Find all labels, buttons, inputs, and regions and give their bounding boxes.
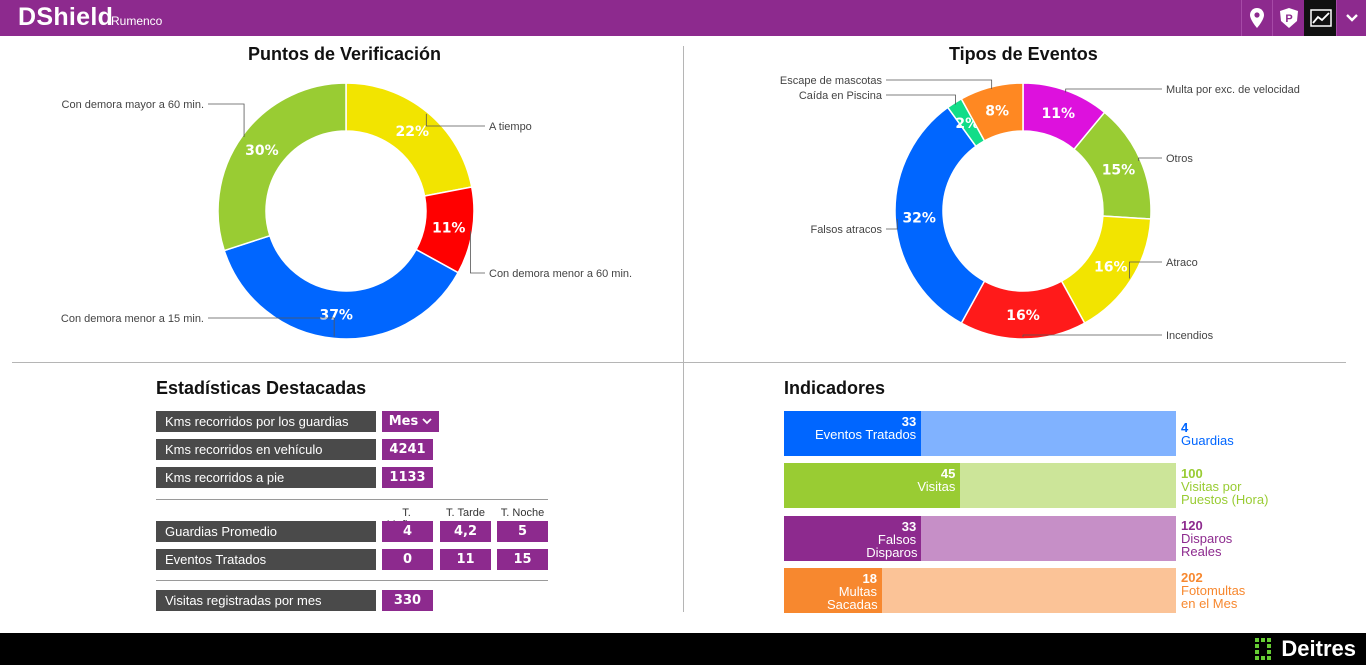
indicator-total-visitas: 100 Visitas por Puestos (Hora) bbox=[1181, 467, 1281, 506]
indicator-fill: 33 Falsos Disparos bbox=[784, 516, 922, 561]
slice-percent-label: 32% bbox=[902, 211, 936, 227]
slice-percent-label: 16% bbox=[1094, 260, 1128, 276]
indicator-total-text: Visitas por Puestos (Hora) bbox=[1181, 479, 1269, 507]
shift-header-night: T. Noche bbox=[500, 507, 545, 519]
indicator-fill: 33 Eventos Tratados bbox=[784, 411, 922, 456]
slice-percent-label: 11% bbox=[432, 220, 466, 236]
indicator-text: Eventos Tratados bbox=[815, 427, 917, 442]
slice-category-label: Con demora mayor a 60 min. bbox=[62, 99, 204, 111]
footer-logo-text: Deitres bbox=[1281, 636, 1356, 661]
period-select[interactable]: Mes bbox=[382, 411, 439, 432]
indicator-total-eventos: 4 Guardias bbox=[1181, 421, 1234, 447]
indicator-total-disparos: 120 Disparos Reales bbox=[1181, 519, 1241, 558]
slice-category-label: Escape de mascotas bbox=[780, 75, 883, 87]
shift-header-afternoon: T. Tarde bbox=[446, 507, 485, 519]
indicator-fill: 18 Multas Sacadas bbox=[784, 568, 882, 613]
eventos-tratados-morning: 0 bbox=[382, 549, 433, 570]
leader-line bbox=[208, 103, 245, 137]
indicator-bar-eventos: 33 Eventos Tratados bbox=[784, 411, 1176, 456]
visitas-value: 330 bbox=[382, 590, 433, 611]
kms-pie-value: 1133 bbox=[382, 467, 433, 488]
slice-category-label: A tiempo bbox=[489, 121, 532, 133]
guardias-promedio-night: 5 bbox=[497, 521, 548, 542]
slice-percent-label: 22% bbox=[396, 124, 430, 140]
visitas-label: Visitas registradas por mes bbox=[156, 590, 376, 611]
stats-separator bbox=[156, 580, 548, 581]
slice-category-label: Con demora menor a 15 min. bbox=[61, 313, 204, 325]
leader-line bbox=[470, 230, 485, 274]
indicator-text: Falsos Disparos bbox=[866, 532, 918, 560]
chevron-down-icon bbox=[422, 418, 432, 425]
indicator-total-text: Guardias bbox=[1181, 433, 1234, 448]
slice-category-label: Incendios bbox=[1166, 330, 1214, 342]
indicator-text: Visitas bbox=[917, 479, 956, 494]
slice-percent-label: 15% bbox=[1102, 163, 1136, 179]
slice-percent-label: 16% bbox=[1006, 308, 1040, 324]
deitres-logo-icon bbox=[1255, 638, 1272, 660]
slice-category-label: Con demora menor a 60 min. bbox=[489, 268, 632, 280]
slice-category-label: Falsos atracos bbox=[810, 224, 882, 236]
slice-percent-label: 8% bbox=[985, 103, 1009, 119]
slice-percent-label: 11% bbox=[1041, 106, 1075, 122]
indicators-title: Indicadores bbox=[784, 378, 886, 398]
slice-category-label: Otros bbox=[1166, 153, 1193, 165]
indicator-bar-disparos: 33 Falsos Disparos bbox=[784, 516, 1176, 561]
kms-vehiculo-value: 4241 bbox=[382, 439, 433, 460]
slice-category-label: Atraco bbox=[1166, 257, 1198, 269]
period-select-value: Mes bbox=[388, 414, 419, 429]
indicator-bar-visitas: 45 Visitas bbox=[784, 463, 1176, 508]
guardias-promedio-afternoon: 4,2 bbox=[440, 521, 491, 542]
indicator-text: Multas Sacadas bbox=[827, 584, 878, 612]
guardias-promedio-label: Guardias Promedio bbox=[156, 521, 376, 542]
indicator-total-text: Fotomultas en el Mes bbox=[1181, 583, 1246, 611]
indicator-fill: 45 Visitas bbox=[784, 463, 961, 508]
footer-logo: Deitres bbox=[1255, 636, 1356, 662]
guardias-promedio-morning: 4 bbox=[382, 521, 433, 542]
leader-line bbox=[1138, 157, 1162, 161]
kms-pie-label: Kms recorridos a pie bbox=[156, 467, 376, 488]
eventos-tratados-afternoon: 11 bbox=[440, 549, 491, 570]
leader-line bbox=[886, 79, 993, 89]
slice-category-label: Multa por exc. de velocidad bbox=[1166, 84, 1300, 96]
slice-category-label: Caída en Piscina bbox=[799, 90, 883, 102]
slice-percent-label: 37% bbox=[319, 308, 353, 324]
bottom-bar: Deitres bbox=[0, 633, 1366, 665]
leader-line bbox=[886, 94, 956, 105]
indicator-total-text: Disparos Reales bbox=[1181, 531, 1233, 559]
slice-percent-label: 30% bbox=[245, 143, 279, 159]
indicator-bar-multas: 18 Multas Sacadas bbox=[784, 568, 1176, 613]
kms-vehiculo-label: Kms recorridos en vehículo bbox=[156, 439, 376, 460]
leader-line bbox=[1065, 88, 1162, 93]
stats-title: Estadísticas Destacadas bbox=[156, 378, 367, 398]
eventos-tratados-label: Eventos Tratados bbox=[156, 549, 376, 570]
kms-guardias-label: Kms recorridos por los guardias bbox=[156, 411, 376, 432]
stats-separator bbox=[156, 499, 548, 500]
indicator-total-multas: 202 Fotomultas en el Mes bbox=[1181, 571, 1261, 610]
eventos-tratados-night: 15 bbox=[497, 549, 548, 570]
donut-slice bbox=[217, 82, 347, 252]
